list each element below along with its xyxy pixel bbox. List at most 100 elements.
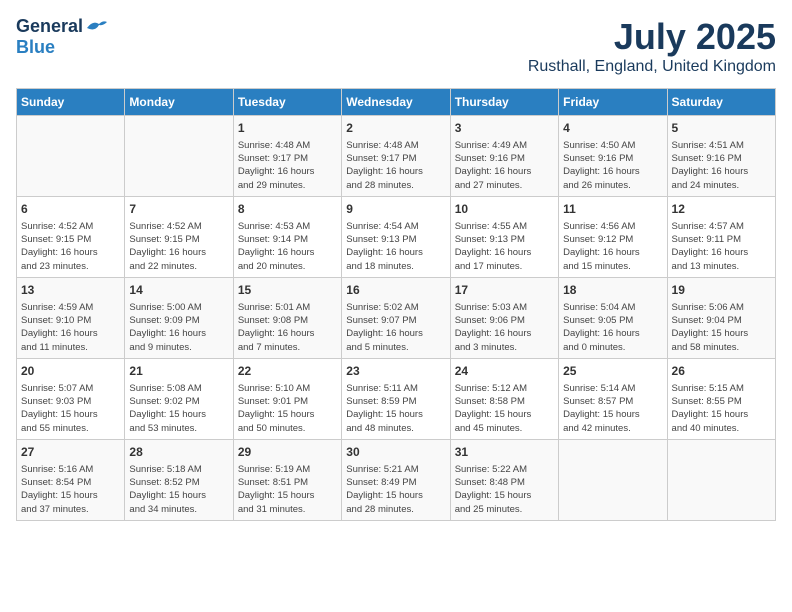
day-number: 5	[672, 120, 771, 137]
calendar-cell: 9Sunrise: 4:54 AM Sunset: 9:13 PM Daylig…	[342, 196, 450, 277]
day-info: Sunrise: 4:59 AM Sunset: 9:10 PM Dayligh…	[21, 301, 120, 354]
day-info: Sunrise: 5:01 AM Sunset: 9:08 PM Dayligh…	[238, 301, 337, 354]
day-number: 10	[455, 201, 554, 218]
day-number: 31	[455, 444, 554, 461]
calendar-cell	[17, 116, 125, 197]
day-number: 2	[346, 120, 445, 137]
calendar-cell: 30 Sunrise: 5:21 AM Sunset: 8:49 PM Dayli…	[342, 439, 450, 520]
day-info: Sunrise: 5:03 AM Sunset: 9:06 PM Dayligh…	[455, 301, 554, 354]
day-number: 28	[129, 444, 228, 461]
calendar-cell: 4Sunrise: 4:50 AM Sunset: 9:16 PM Daylig…	[559, 116, 667, 197]
day-info: Sunrise: 5:14 AM Sunset: 8:57 PM Dayligh…	[563, 382, 662, 435]
day-number: 21	[129, 363, 228, 380]
day-info: Sunrise: 4:50 AM Sunset: 9:16 PM Dayligh…	[563, 139, 662, 192]
day-info: Sunrise: 5:16 AM Sunset: 8:54 PM Dayligh…	[21, 463, 120, 516]
calendar-cell: 27 Sunrise: 5:16 AM Sunset: 8:54 PM Dayli…	[17, 439, 125, 520]
day-number: 25	[563, 363, 662, 380]
day-number: 8	[238, 201, 337, 218]
day-number: 12	[672, 201, 771, 218]
day-number: 30	[346, 444, 445, 461]
day-info: Sunrise: 4:53 AM Sunset: 9:14 PM Dayligh…	[238, 220, 337, 273]
calendar-cell: 2 Sunrise: 4:48 AM Sunset: 9:17 PM Daylig…	[342, 116, 450, 197]
header-cell-sunday: Sunday	[17, 89, 125, 116]
calendar-cell: 3 Sunrise: 4:49 AM Sunset: 9:16 PM Daylig…	[450, 116, 558, 197]
calendar-cell: 1 Sunrise: 4:48 AM Sunset: 9:17 PM Daylig…	[233, 116, 341, 197]
day-info: Sunrise: 5:21 AM Sunset: 8:49 PM Dayligh…	[346, 463, 445, 516]
calendar-cell	[559, 439, 667, 520]
calendar-cell: 22 Sunrise: 5:10 AM Sunset: 9:01 PM Dayli…	[233, 358, 341, 439]
day-info: Sunrise: 5:11 AM Sunset: 8:59 PM Dayligh…	[346, 382, 445, 435]
day-number: 14	[129, 282, 228, 299]
calendar-cell: 18 Sunrise: 5:04 AM Sunset: 9:05 PM Dayli…	[559, 277, 667, 358]
day-number: 17	[455, 282, 554, 299]
day-info: Sunrise: 5:00 AM Sunset: 9:09 PM Dayligh…	[129, 301, 228, 354]
day-info: Sunrise: 5:02 AM Sunset: 9:07 PM Dayligh…	[346, 301, 445, 354]
calendar-cell: 17 Sunrise: 5:03 AM Sunset: 9:06 PM Dayli…	[450, 277, 558, 358]
day-number: 6	[21, 201, 120, 218]
day-info: Sunrise: 4:48 AM Sunset: 9:17 PM Dayligh…	[238, 139, 337, 192]
header-row: SundayMondayTuesdayWednesdayThursdayFrid…	[17, 89, 776, 116]
calendar-cell: 7 Sunrise: 4:52 AM Sunset: 9:15 PM Daylig…	[125, 196, 233, 277]
week-row-3: 13Sunrise: 4:59 AM Sunset: 9:10 PM Dayli…	[17, 277, 776, 358]
calendar-cell: 11 Sunrise: 4:56 AM Sunset: 9:12 PM Dayli…	[559, 196, 667, 277]
calendar-cell: 26Sunrise: 5:15 AM Sunset: 8:55 PM Dayli…	[667, 358, 775, 439]
calendar-cell: 24 Sunrise: 5:12 AM Sunset: 8:58 PM Dayli…	[450, 358, 558, 439]
day-info: Sunrise: 5:22 AM Sunset: 8:48 PM Dayligh…	[455, 463, 554, 516]
header-cell-monday: Monday	[125, 89, 233, 116]
day-number: 18	[563, 282, 662, 299]
header-cell-friday: Friday	[559, 89, 667, 116]
calendar-cell: 28 Sunrise: 5:18 AM Sunset: 8:52 PM Dayli…	[125, 439, 233, 520]
logo-blue-text: Blue	[16, 37, 55, 58]
calendar-cell: 20Sunrise: 5:07 AM Sunset: 9:03 PM Dayli…	[17, 358, 125, 439]
calendar-cell: 10Sunrise: 4:55 AM Sunset: 9:13 PM Dayli…	[450, 196, 558, 277]
day-info: Sunrise: 4:48 AM Sunset: 9:17 PM Dayligh…	[346, 139, 445, 192]
day-info: Sunrise: 4:52 AM Sunset: 9:15 PM Dayligh…	[129, 220, 228, 273]
day-number: 20	[21, 363, 120, 380]
day-info: Sunrise: 5:18 AM Sunset: 8:52 PM Dayligh…	[129, 463, 228, 516]
calendar-cell: 14 Sunrise: 5:00 AM Sunset: 9:09 PM Dayli…	[125, 277, 233, 358]
day-number: 7	[129, 201, 228, 218]
header-cell-thursday: Thursday	[450, 89, 558, 116]
location-text: Rusthall, England, United Kingdom	[528, 58, 776, 76]
day-info: Sunrise: 5:04 AM Sunset: 9:05 PM Dayligh…	[563, 301, 662, 354]
day-number: 24	[455, 363, 554, 380]
day-number: 3	[455, 120, 554, 137]
day-number: 22	[238, 363, 337, 380]
day-info: Sunrise: 4:54 AM Sunset: 9:13 PM Dayligh…	[346, 220, 445, 273]
calendar-cell: 31 Sunrise: 5:22 AM Sunset: 8:48 PM Dayli…	[450, 439, 558, 520]
day-info: Sunrise: 4:49 AM Sunset: 9:16 PM Dayligh…	[455, 139, 554, 192]
day-info: Sunrise: 5:12 AM Sunset: 8:58 PM Dayligh…	[455, 382, 554, 435]
calendar-cell: 16Sunrise: 5:02 AM Sunset: 9:07 PM Dayli…	[342, 277, 450, 358]
logo: General Blue	[16, 16, 107, 58]
title-block: July 2025 Rusthall, England, United King…	[528, 16, 776, 76]
calendar-cell: 8 Sunrise: 4:53 AM Sunset: 9:14 PM Daylig…	[233, 196, 341, 277]
day-info: Sunrise: 5:19 AM Sunset: 8:51 PM Dayligh…	[238, 463, 337, 516]
day-number: 11	[563, 201, 662, 218]
calendar-cell: 21 Sunrise: 5:08 AM Sunset: 9:02 PM Dayli…	[125, 358, 233, 439]
header-cell-saturday: Saturday	[667, 89, 775, 116]
day-info: Sunrise: 4:52 AM Sunset: 9:15 PM Dayligh…	[21, 220, 120, 273]
logo-bird-icon	[85, 18, 107, 36]
calendar-cell: 19Sunrise: 5:06 AM Sunset: 9:04 PM Dayli…	[667, 277, 775, 358]
day-info: Sunrise: 5:10 AM Sunset: 9:01 PM Dayligh…	[238, 382, 337, 435]
day-info: Sunrise: 4:56 AM Sunset: 9:12 PM Dayligh…	[563, 220, 662, 273]
day-info: Sunrise: 5:15 AM Sunset: 8:55 PM Dayligh…	[672, 382, 771, 435]
calendar-cell: 12Sunrise: 4:57 AM Sunset: 9:11 PM Dayli…	[667, 196, 775, 277]
day-info: Sunrise: 4:51 AM Sunset: 9:16 PM Dayligh…	[672, 139, 771, 192]
month-title: July 2025	[528, 16, 776, 58]
page-header: General Blue July 2025 Rusthall, England…	[16, 16, 776, 76]
day-number: 29	[238, 444, 337, 461]
calendar-cell	[667, 439, 775, 520]
calendar-cell: 23Sunrise: 5:11 AM Sunset: 8:59 PM Dayli…	[342, 358, 450, 439]
header-cell-tuesday: Tuesday	[233, 89, 341, 116]
calendar-cell: 29 Sunrise: 5:19 AM Sunset: 8:51 PM Dayli…	[233, 439, 341, 520]
calendar-cell: 6 Sunrise: 4:52 AM Sunset: 9:15 PM Daylig…	[17, 196, 125, 277]
week-row-2: 6 Sunrise: 4:52 AM Sunset: 9:15 PM Daylig…	[17, 196, 776, 277]
day-number: 1	[238, 120, 337, 137]
calendar-cell: 25 Sunrise: 5:14 AM Sunset: 8:57 PM Dayli…	[559, 358, 667, 439]
day-info: Sunrise: 5:08 AM Sunset: 9:02 PM Dayligh…	[129, 382, 228, 435]
header-cell-wednesday: Wednesday	[342, 89, 450, 116]
week-row-4: 20Sunrise: 5:07 AM Sunset: 9:03 PM Dayli…	[17, 358, 776, 439]
day-number: 27	[21, 444, 120, 461]
calendar-cell: 15Sunrise: 5:01 AM Sunset: 9:08 PM Dayli…	[233, 277, 341, 358]
